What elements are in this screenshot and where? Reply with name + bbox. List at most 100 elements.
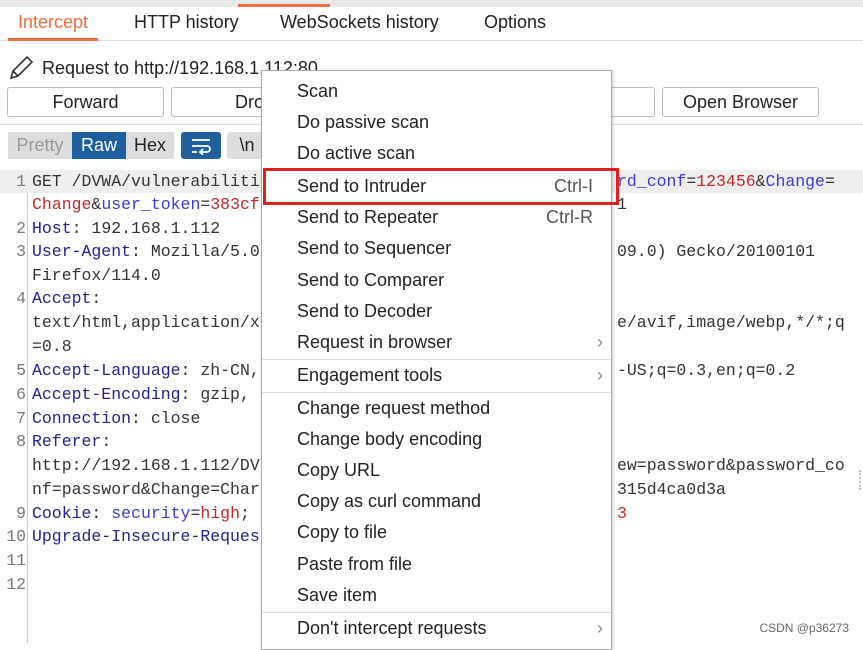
token: : close — [131, 408, 201, 428]
line-text: Host: 192.168.1.112 — [32, 217, 220, 240]
token: : gzip, — [180, 385, 250, 404]
line-number: 2 — [16, 218, 26, 238]
token: : 192.168.1.112 — [71, 218, 221, 238]
token: Cookie — [32, 503, 92, 523]
tab-intercept[interactable]: Intercept — [8, 12, 99, 41]
menu-item-copy-as-curl-command[interactable]: Copy as curl command — [262, 486, 611, 517]
line-text-tail: 09.0) Gecko/20100101 — [617, 240, 815, 263]
line-number: 8 — [16, 432, 26, 451]
view-raw-tab[interactable]: Raw — [72, 132, 126, 159]
token: = — [190, 503, 201, 523]
line-number: 12 — [6, 574, 26, 594]
menu-item-label: Change body encoding — [297, 429, 483, 449]
line-text-tail: 315d4ca0d3a — [617, 478, 726, 501]
token: = — [200, 195, 211, 214]
pencil-icon — [9, 55, 34, 80]
view-hex-tab[interactable]: Hex — [126, 132, 174, 159]
menu-item-don-t-intercept-requests[interactable]: Don't intercept requests › — [262, 613, 611, 644]
token: text/html,application/x — [32, 313, 260, 332]
line-text: Accept: — [32, 287, 101, 310]
menu-item-label: Engagement tools — [297, 365, 443, 385]
watermark: CSDN @p36273 — [759, 621, 849, 635]
token: http://192.168.1.112/DV — [32, 456, 260, 475]
forward-button[interactable]: Forward — [7, 87, 164, 117]
menu-item-change-body-encoding[interactable]: Change body encoding — [262, 424, 611, 455]
token: Accept — [32, 289, 92, 308]
context-menu: Scan Do passive scan Do active scan Send to… — [261, 70, 612, 650]
scrollbar[interactable] — [859, 470, 863, 490]
token: = — [824, 172, 835, 191]
menu-item-do-passive-scan[interactable]: Do passive scan — [262, 107, 611, 138]
highlight-box — [263, 168, 619, 205]
menu-item-label: Don't intercept requests — [297, 618, 487, 638]
menu-item-scan[interactable]: Scan — [262, 76, 611, 107]
token: Upgrade-Insecure-Reques — [32, 527, 260, 546]
menu-item-label: Send to Comparer — [297, 270, 445, 290]
token: 315d4ca0d3a — [617, 480, 726, 499]
top-strip — [0, 0, 863, 7]
line-number: 10 — [6, 527, 26, 546]
token: & — [755, 172, 766, 191]
menu-item-label: Copy as curl command — [297, 491, 482, 511]
line-number: 9 — [16, 503, 26, 523]
token: 123456 — [696, 172, 756, 191]
line-text-tail: -US;q=0.3,en;q=0.2 — [617, 359, 795, 382]
token: User-Agent — [32, 242, 132, 261]
menu-item-paste-from-file[interactable]: Paste from file — [262, 549, 611, 580]
menu-item-save-item[interactable]: Save item — [262, 580, 611, 611]
line-number: 4 — [16, 289, 26, 308]
token: 09.0) Gecko/20100101 — [617, 242, 816, 261]
tab-http-history[interactable]: HTTP history — [134, 12, 239, 41]
menu-item-label: Scan — [297, 81, 339, 101]
token: ew=password&password_co — [617, 456, 845, 475]
line-text: Upgrade-Insecure-Reques — [32, 525, 260, 548]
tab-websockets-history[interactable]: WebSockets history — [280, 12, 439, 41]
menu-item-label: Save item — [297, 585, 378, 605]
token: rd_conf — [617, 172, 687, 191]
menu-item-do-active-scan[interactable]: Do active scan — [262, 138, 611, 169]
token: -US;q=0.3,en;q=0.2 — [617, 361, 796, 380]
menu-item-request-in-browser[interactable]: Request in browser › — [262, 327, 611, 358]
wrap-icon — [192, 139, 211, 156]
menu-item-engagement-tools[interactable]: Engagement tools › — [262, 360, 611, 391]
menu-item-send-to-comparer[interactable]: Send to Comparer — [262, 265, 611, 296]
menu-item-change-request-method[interactable]: Change request method — [262, 393, 611, 424]
menu-item-label: Copy URL — [297, 460, 381, 480]
menu-item-copy-to-file[interactable]: Copy to file — [262, 517, 611, 548]
line-text: Accept-Language: zh-CN, — [32, 359, 260, 382]
token: : — [91, 289, 102, 308]
line-text: GET /DVWA/vulnerabiliti — [32, 170, 260, 193]
token: : Mozilla/5.0 — [131, 242, 260, 261]
menu-item-label: Change request method — [297, 398, 491, 418]
menu-item-send-to-sequencer[interactable]: Send to Sequencer — [262, 233, 611, 264]
token: high — [200, 503, 240, 523]
menu-item-send-to-repeater[interactable]: Send to Repeater Ctrl-R — [262, 202, 611, 233]
line-text: Firefox/114.0 — [32, 264, 161, 287]
menu-item-copy-url[interactable]: Copy URL — [262, 455, 611, 486]
menu-item-label: Send to Repeater — [297, 207, 439, 227]
token: GET /DVWA/vulnerabiliti — [32, 172, 260, 191]
view-pretty-tab[interactable]: Pretty — [8, 132, 72, 159]
line-text-tail: e/avif,image/webp,*/*;q — [617, 311, 845, 334]
token: user_token — [101, 195, 201, 214]
shortcut-label: Ctrl-R — [546, 207, 593, 227]
token: Referer — [32, 432, 102, 451]
menu-item-label: Do passive scan — [297, 112, 430, 132]
token: : zh-CN, — [180, 361, 260, 380]
token: Firefox/114.0 — [32, 265, 161, 285]
line-text: nf=password&Change=Char — [32, 478, 260, 501]
line-text: http://192.168.1.112/DV — [32, 454, 260, 477]
token: & — [91, 195, 102, 214]
tab-options[interactable]: Options — [484, 12, 546, 41]
token: Accept-Language — [32, 361, 181, 380]
line-number: 11 — [6, 551, 26, 570]
token: =0.8 — [32, 337, 72, 356]
token: Change — [765, 172, 825, 191]
token: Accept-Encoding — [32, 385, 181, 404]
line-text-tail: rd_conf=123456&Change= — [617, 170, 835, 193]
line-number: 7 — [16, 408, 26, 428]
wrap-lines-button[interactable] — [181, 132, 221, 159]
line-number: 5 — [16, 361, 26, 380]
menu-item-send-to-decoder[interactable]: Send to Decoder — [262, 296, 611, 327]
open-browser-button[interactable]: Open Browser — [662, 87, 819, 117]
